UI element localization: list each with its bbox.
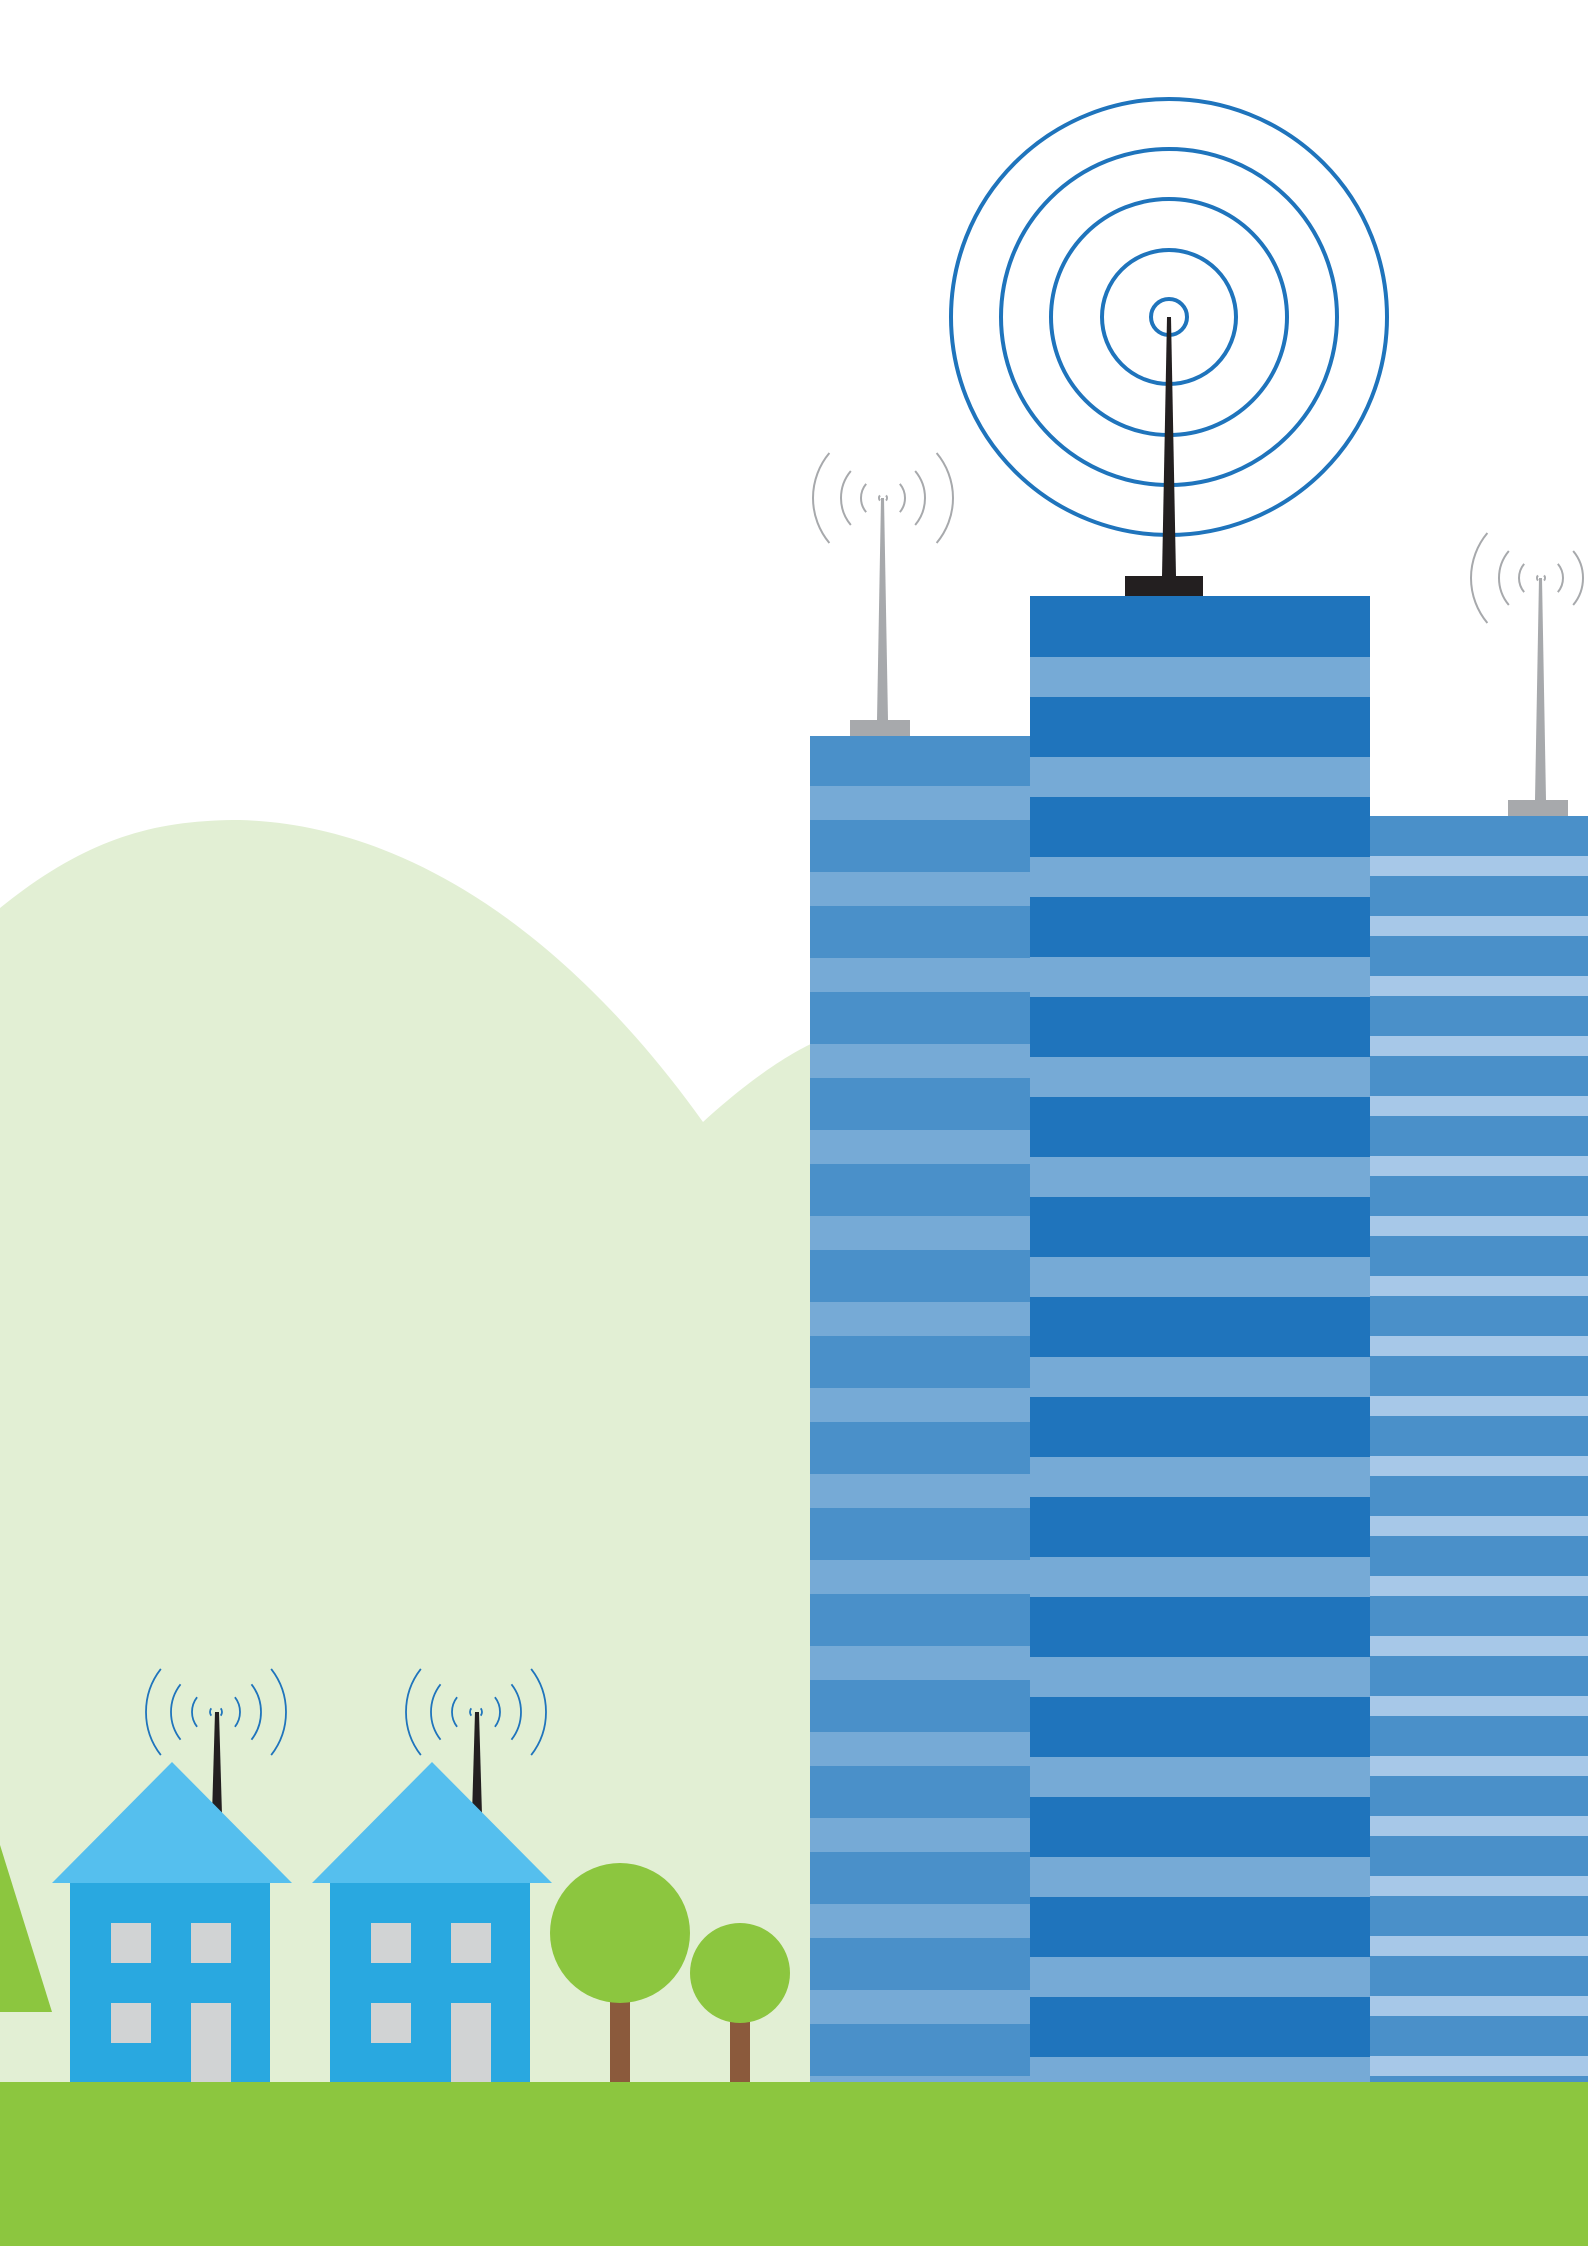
tower-stripe [1368, 1816, 1588, 1836]
tower-stripe [810, 1130, 1030, 1164]
tower-stripe [1368, 1156, 1588, 1176]
tower-stripe [1030, 1957, 1370, 1997]
tower-stripe [1368, 1036, 1588, 1056]
tree-crown [690, 1923, 790, 2023]
house-window [371, 2003, 411, 2043]
house-window [191, 1923, 231, 1963]
signal-wave-left [1470, 532, 1489, 624]
tower-stripe [1030, 1757, 1370, 1797]
tower-stripe [810, 1560, 1030, 1594]
tower-stripe [1368, 976, 1588, 996]
antenna-mast [1162, 317, 1176, 576]
signal-wave-left [1536, 574, 1539, 582]
tower-stripe [810, 1216, 1030, 1250]
city-wireless-illustration [0, 97, 1588, 2246]
tower-stripe [1030, 957, 1370, 997]
tower-stripe [1368, 1876, 1588, 1896]
tower-stripe [1030, 2057, 1370, 2082]
tower-stripe [810, 1302, 1030, 1336]
house-window [371, 1923, 411, 1963]
tower-stripe [1368, 916, 1588, 936]
tower-stripe [810, 1732, 1030, 1766]
tower-stripe [1368, 1216, 1588, 1236]
signal-wave-right [1572, 550, 1584, 606]
house-door [191, 2003, 231, 2083]
tower-stripe [1030, 1857, 1370, 1897]
antenna-mast [1535, 578, 1546, 800]
left-tower [810, 736, 1030, 2082]
signal-wave-left [1518, 563, 1525, 593]
signal-wave-right [885, 494, 888, 502]
tree-crown [550, 1863, 690, 2003]
left-tower-antenna [812, 452, 954, 736]
tower-stripe [1030, 857, 1370, 897]
tower-stripe [1030, 1157, 1370, 1197]
house-wall [330, 1883, 530, 2083]
tower-stripe [1030, 1257, 1370, 1297]
signal-wave-left [1498, 550, 1510, 606]
tower-stripe [1030, 1357, 1370, 1397]
tower-stripe [1030, 1057, 1370, 1097]
signal-wave-left [812, 452, 831, 544]
tower-stripe [1030, 657, 1370, 697]
tower-stripe [1368, 1516, 1588, 1536]
tower-stripe [1368, 1096, 1588, 1116]
signal-wave-left [840, 470, 852, 526]
tower-stripe [1368, 1576, 1588, 1596]
tower-stripe [1030, 1457, 1370, 1497]
tower-stripe [1368, 1456, 1588, 1476]
right-tower-antenna [1470, 532, 1584, 816]
house-door [451, 2003, 491, 2083]
tower-stripe [1030, 1557, 1370, 1597]
tower-stripe [810, 958, 1030, 992]
tower-stripe [1368, 1696, 1588, 1716]
center-tower [1030, 596, 1370, 2082]
tower-stripe [1368, 1276, 1588, 1296]
tower-stripe [1030, 1657, 1370, 1697]
tower-stripe [1368, 1336, 1588, 1356]
center-tower-antenna [949, 97, 1389, 596]
antenna-mast [877, 498, 888, 720]
tower-stripe [810, 2076, 1030, 2082]
towers [810, 596, 1588, 2082]
tower-stripe [810, 1904, 1030, 1938]
signal-waves-icon [1470, 532, 1584, 624]
tower-stripe [810, 872, 1030, 906]
signal-wave-left [860, 483, 867, 513]
tower-stripe [810, 1990, 1030, 2024]
house-window [111, 2003, 151, 2043]
tower-stripe [1030, 757, 1370, 797]
antenna-base [1508, 800, 1568, 816]
tower-stripe [810, 786, 1030, 820]
tower-stripe [810, 1646, 1030, 1680]
house-wall [70, 1883, 270, 2083]
tower-stripe [810, 1474, 1030, 1508]
house-window [111, 1923, 151, 1963]
tower-stripe [1368, 1996, 1588, 2016]
tower-stripe [810, 1044, 1030, 1078]
tower-stripe [810, 1818, 1030, 1852]
antenna-base [850, 720, 910, 736]
tower-stripe [1368, 1396, 1588, 1416]
signal-wave-right [935, 452, 954, 544]
tower-stripe [810, 1388, 1030, 1422]
tower-stripe [1368, 1636, 1588, 1656]
tower-stripe [1368, 1936, 1588, 1956]
tower-stripe [1368, 2056, 1588, 2076]
tower-stripe [1368, 856, 1588, 876]
signal-wave-left [878, 494, 881, 502]
grass-ground [0, 2082, 1588, 2246]
tree-trunk [610, 1995, 630, 2082]
signal-wave-right [1557, 563, 1564, 593]
tree-trunk [730, 2022, 750, 2082]
tower-stripe [1368, 1756, 1588, 1776]
signal-wave-right [1543, 574, 1546, 582]
signal-wave-right [914, 470, 926, 526]
antenna-base [1125, 576, 1203, 596]
signal-wave-right [899, 483, 906, 513]
right-tower [1368, 816, 1588, 2082]
house-window [451, 1923, 491, 1963]
